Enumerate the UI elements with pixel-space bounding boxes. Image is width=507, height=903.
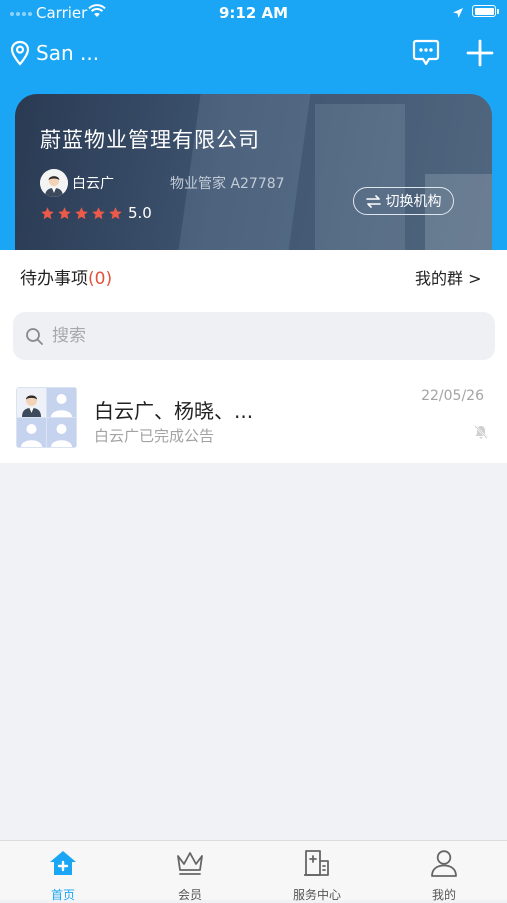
battery-icon [472,5,496,17]
chat-date: 22/05/26 [421,388,484,404]
location-label: San ... [36,41,100,65]
tab-bar: 首页 会员 服务中心 我的 [0,840,507,902]
company-name: 蔚蓝物业管理有限公司 [40,128,260,152]
status-time: 9:12 AM [218,4,289,22]
tab-home[interactable]: 首页 [18,849,108,902]
search-bar[interactable] [13,312,495,360]
avatar-placeholder-icon [47,388,76,417]
tab-label: 服务中心 [292,888,341,902]
location-arrow-icon [452,5,464,23]
location-selector[interactable]: San ... [10,38,99,68]
user-avatar [40,169,68,197]
tab-mine[interactable]: 我的 [399,849,489,902]
message-icon[interactable] [412,38,440,72]
service-center-icon [304,850,329,876]
switch-organization-button[interactable]: 切换机构 [353,187,454,215]
location-pin-icon [10,40,30,66]
chat-last-message: 白云广已完成公告 [94,427,215,445]
list-item[interactable]: 白云广、杨晓、... 白云广已完成公告 22/05/26 [0,378,507,460]
switch-organization-label: 切换机构 [385,194,442,210]
switch-arrows-icon [365,194,381,208]
status-bar: Carrier 9:12 AM [0,0,507,26]
search-input[interactable] [50,325,454,347]
todo-label: 待办事项 [20,269,88,289]
company-card: 蔚蓝物业管理有限公司 白云广 物业管家 A27787 5.0 切换机构 [15,94,492,250]
star-icon [109,206,122,219]
building-background [315,104,405,250]
rating-stars: 5.0 [40,204,152,222]
star-icon [75,206,88,219]
star-icon [41,206,54,219]
avatar-placeholder-icon [47,418,76,447]
tab-member[interactable]: 会员 [145,849,235,902]
my-groups-link[interactable]: 我的群 > [415,265,482,289]
user-name: 白云广 [72,176,114,192]
star-icon [58,206,71,219]
battery-tip [497,9,499,14]
add-icon[interactable] [465,38,495,72]
tab-label: 首页 [50,888,75,902]
crown-icon [177,852,203,875]
group-avatar [16,387,77,448]
chat-title: 白云广、杨晓、... [94,399,254,423]
avatar-placeholder-icon [17,418,46,447]
avatar-person [17,388,46,417]
mute-bell-icon [473,424,489,444]
tab-label: 我的 [431,888,456,902]
todo-count: (0) [88,269,113,289]
tab-service-center[interactable]: 服务中心 [272,849,362,902]
person-icon [431,850,457,877]
rating-value: 5.0 [128,204,152,222]
search-icon [26,327,43,345]
role-code: 物业管家 A27787 [170,176,285,192]
star-icon [92,206,105,219]
tab-label: 会员 [177,888,202,902]
todo-link[interactable]: 待办事项(0) [20,264,112,289]
home-icon [50,851,76,875]
building-background [176,94,314,250]
